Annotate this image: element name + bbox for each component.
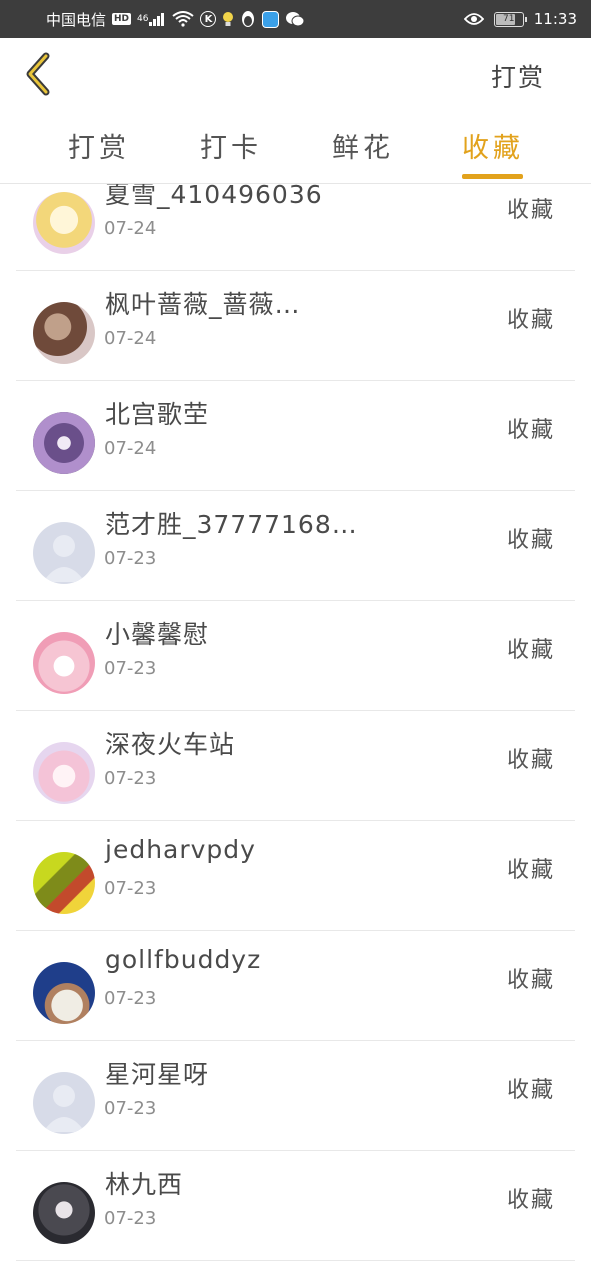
- favorite-label: 收藏: [506, 308, 555, 333]
- tab-checkin[interactable]: 打卡: [200, 126, 262, 165]
- favorite-label: 收藏: [506, 198, 555, 223]
- avatar: [33, 962, 95, 1024]
- lightbulb-icon: [222, 11, 234, 27]
- favorite-label: 收藏: [506, 1188, 555, 1213]
- wechat-icon: [285, 11, 305, 27]
- item-date: 07-23: [104, 548, 157, 569]
- avatar: [33, 302, 95, 364]
- user-name: 林九西: [105, 1170, 184, 1199]
- list-item[interactable]: gollfbuddyz 07-23 收藏: [16, 931, 575, 1041]
- avatar: [33, 742, 95, 804]
- k-app-icon: K: [200, 11, 217, 27]
- user-name: 星河星呀: [105, 1060, 210, 1089]
- top-bar: 打赏: [0, 38, 591, 110]
- eye-icon: [463, 12, 484, 26]
- active-tab-indicator: [462, 174, 523, 179]
- avatar: [33, 412, 95, 474]
- user-name: 枫叶蔷薇_蔷薇…: [105, 290, 301, 319]
- item-date: 07-23: [104, 1098, 157, 1119]
- battery-icon: 71: [493, 11, 527, 27]
- user-name: 范才胜_37777168…: [105, 510, 358, 539]
- back-button[interactable]: [22, 52, 56, 96]
- status-bar: 中国电信 HD 46 K 71 11:33: [0, 0, 591, 38]
- list-item[interactable]: 范才胜_37777168… 07-23 收藏: [16, 491, 575, 601]
- favorite-label: 收藏: [506, 1078, 555, 1103]
- avatar: [33, 1182, 95, 1244]
- default-avatar-icon: [33, 1072, 95, 1134]
- wifi-icon: [172, 11, 195, 27]
- qq-penguin-icon: [240, 10, 256, 28]
- list-item[interactable]: 小馨馨慰 07-23 收藏: [16, 601, 575, 711]
- battery-level: 71: [503, 14, 515, 24]
- item-date: 07-23: [104, 878, 157, 899]
- item-date: 07-24: [104, 218, 157, 239]
- tab-tip[interactable]: 打赏: [68, 126, 130, 165]
- list-item[interactable]: 夏雪_410496036 07-24 收藏: [16, 184, 575, 271]
- user-name: 小馨馨慰: [105, 620, 210, 649]
- list-item[interactable]: 枫叶蔷薇_蔷薇… 07-24 收藏: [16, 271, 575, 381]
- item-date: 07-23: [104, 988, 157, 1009]
- user-name: 深夜火车站: [105, 730, 236, 759]
- item-date: 07-24: [104, 438, 157, 459]
- favorites-list: 夏雪_410496036 07-24 收藏 枫叶蔷薇_蔷薇… 07-24 收藏 …: [0, 184, 591, 1280]
- list-item[interactable]: 林九西 07-23 收藏: [16, 1151, 575, 1261]
- signal-label: 46: [137, 14, 149, 24]
- tab-favorites[interactable]: 收藏: [462, 126, 524, 165]
- favorite-label: 收藏: [506, 968, 555, 993]
- signal-icon: 46: [137, 12, 166, 26]
- user-name: gollfbuddyz: [105, 945, 262, 974]
- chevron-left-icon: [26, 52, 50, 96]
- favorite-label: 收藏: [506, 748, 555, 773]
- user-name: 夏雪_410496036: [105, 184, 323, 209]
- favorite-label: 收藏: [506, 858, 555, 883]
- clock: 11:33: [533, 10, 577, 28]
- item-date: 07-23: [104, 768, 157, 789]
- tab-flowers[interactable]: 鲜花: [332, 126, 394, 165]
- item-date: 07-24: [104, 328, 157, 349]
- avatar: [33, 192, 95, 254]
- favorite-label: 收藏: [506, 638, 555, 663]
- tip-action-button[interactable]: 打赏: [491, 58, 545, 94]
- carrier-label: 中国电信: [46, 10, 107, 29]
- list-item[interactable]: 星河星呀 07-23 收藏: [16, 1041, 575, 1151]
- default-avatar-icon: [33, 522, 95, 584]
- item-date: 07-23: [104, 1208, 157, 1229]
- list-item[interactable]: 深夜火车站 07-23 收藏: [16, 711, 575, 821]
- user-name: 北宫歌茔: [105, 400, 210, 429]
- blue-app-icon: [262, 10, 280, 28]
- item-date: 07-23: [104, 658, 157, 679]
- list-item[interactable]: jedharvpdy 07-23 收藏: [16, 821, 575, 931]
- avatar: [33, 852, 95, 914]
- favorite-label: 收藏: [506, 528, 555, 553]
- favorite-label: 收藏: [506, 418, 555, 443]
- list-item[interactable]: 北宫歌茔 07-24 收藏: [16, 381, 575, 491]
- user-name: jedharvpdy: [105, 835, 256, 864]
- avatar: [33, 632, 95, 694]
- tab-bar: 打赏 打卡 鲜花 收藏: [0, 110, 591, 184]
- hd-icon: HD: [112, 13, 132, 25]
